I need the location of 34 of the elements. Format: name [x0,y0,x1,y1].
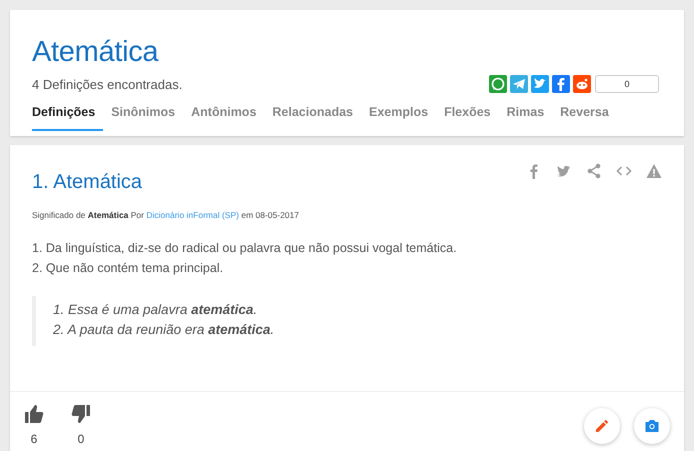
meaning-text: 2. Que não contém tema principal. [32,260,224,277]
likes-count: 6 [30,432,38,446]
thumbs-up-icon[interactable] [24,404,44,424]
tab[interactable]: Definições [32,97,104,131]
attribution-line: Significado de Atemática Por Dicionário inFormal (SP) em 08-05-2017 [32,210,300,220]
definition-title: 1. Atemática [32,171,142,194]
camera-icon [644,418,660,434]
bird-icon[interactable] [556,163,572,179]
tab[interactable]: Reversa [552,97,617,131]
telegram-share-icon[interactable] [510,75,528,93]
thumbs-down-icon[interactable] [71,404,91,424]
tab[interactable]: Exemplos [361,97,436,131]
word-title: Atemática [32,36,160,69]
author-link[interactable]: Dicionário inFormal (SP) [146,210,239,220]
tab[interactable]: Sinônimos [103,97,184,131]
tab[interactable]: Antônimos [183,97,264,131]
tab[interactable]: Rimas [498,97,552,131]
share-count: 0 [595,75,659,93]
example-sentence: 2. A pauta da reunião era atemática. [53,321,276,339]
tab[interactable]: Relacionadas [264,97,361,131]
facebook-share-icon[interactable] [552,75,570,93]
reddit-share-icon[interactable] [573,75,591,93]
meaning-text: 1. Da linguística, diz-se do radical ou palavra que não possui vogal temática. [32,240,458,257]
pencil-icon [594,418,610,434]
results-count: 4 Definições encontradas. [32,76,182,92]
edit-button[interactable] [584,408,620,444]
dislikes-count: 0 [78,432,84,446]
warning-icon[interactable] [646,163,662,179]
share-icon[interactable] [586,163,602,179]
bird-share-icon[interactable] [531,75,549,93]
example-sentence: 1. Essa é uma palavra atemática. [53,301,258,319]
photo-button[interactable] [634,408,670,444]
tab[interactable]: Flexões [436,97,499,131]
whatsapp-share-icon[interactable] [489,75,507,93]
